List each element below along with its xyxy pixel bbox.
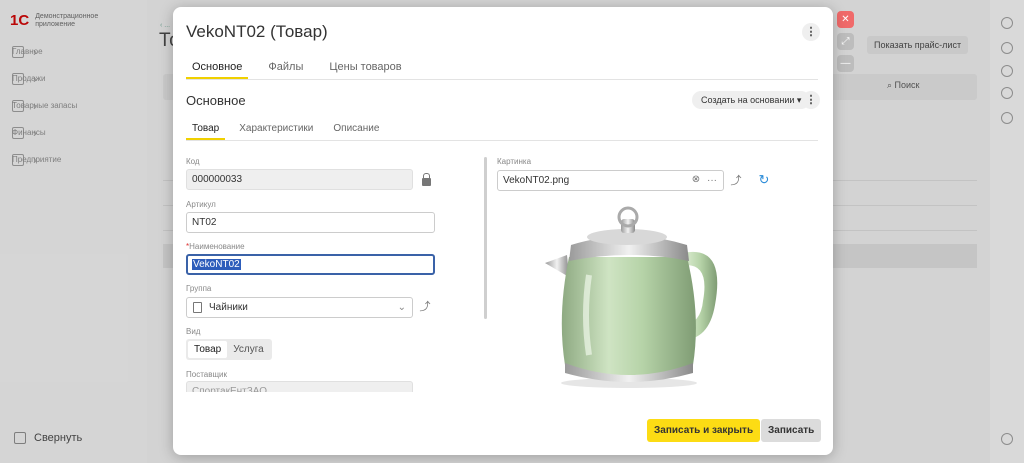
minimize-icon: — bbox=[840, 58, 851, 69]
kind-switch: Товар Услуга bbox=[186, 339, 272, 360]
save-button[interactable]: Записать bbox=[761, 419, 822, 442]
refresh-icon[interactable]: ↻ bbox=[757, 173, 771, 187]
name-input[interactable]: VekoNT02 bbox=[186, 254, 435, 275]
subtabs-divider bbox=[186, 140, 818, 141]
more-horizontal-icon[interactable]: ··· bbox=[707, 171, 719, 190]
name-label: *Наименование bbox=[186, 242, 245, 251]
supplier-field-clip: СпортакЕнтЗАО bbox=[186, 381, 413, 392]
name-label-text: Наименование bbox=[189, 242, 245, 251]
tab-main[interactable]: Основное bbox=[186, 59, 249, 79]
save-and-close-button[interactable]: Записать и закрыть bbox=[647, 419, 761, 442]
clear-icon[interactable]: ⊗ bbox=[690, 174, 702, 186]
subtab-characteristics[interactable]: Характеристики bbox=[233, 123, 319, 141]
chevron-down-icon: ▾ bbox=[796, 95, 802, 105]
tab-files[interactable]: Файлы bbox=[262, 59, 309, 81]
close-window-button[interactable]: ✕ bbox=[837, 11, 854, 28]
kind-option-service[interactable]: Услуга bbox=[227, 341, 270, 358]
chevron-down-icon: ⌄ bbox=[397, 302, 406, 313]
expand-window-button[interactable]: ⤢ bbox=[837, 33, 854, 50]
scrollbar[interactable] bbox=[484, 157, 487, 319]
kettle-spout bbox=[545, 255, 569, 277]
dialog-tabs: Основное Файлы Цены товаров bbox=[186, 59, 408, 81]
more-icon[interactable]: ⋮ bbox=[802, 91, 820, 109]
product-image bbox=[545, 206, 718, 388]
group-value: Чайники bbox=[209, 302, 248, 313]
name-input-value: VekoNT02 bbox=[192, 259, 241, 270]
subtab-product[interactable]: Товар bbox=[186, 123, 226, 140]
more-icon[interactable]: ⋮ bbox=[802, 23, 820, 41]
image-label: Картинка bbox=[497, 157, 532, 166]
kettle-body bbox=[561, 257, 696, 380]
kind-label: Вид bbox=[186, 327, 201, 336]
open-group-icon[interactable]: ⤴ bbox=[418, 300, 432, 314]
subtab-description[interactable]: Описание bbox=[327, 123, 385, 141]
supplier-label: Поставщик bbox=[186, 370, 228, 379]
close-icon: ✕ bbox=[841, 14, 850, 25]
supplier-field[interactable]: СпортакЕнтЗАО bbox=[186, 381, 413, 392]
kettle-highlight bbox=[583, 274, 592, 356]
create-based-on-button[interactable]: Создать на основании ▾ bbox=[692, 91, 811, 109]
product-dialog: VekoNT02 (Товар) ⋮ Основное Файлы Цены т… bbox=[173, 7, 833, 455]
code-label: Код bbox=[186, 157, 200, 166]
group-label: Группа bbox=[186, 284, 212, 293]
sku-input[interactable]: NT02 bbox=[186, 212, 435, 233]
code-field: 000000033 bbox=[186, 169, 413, 190]
section-title: Основное bbox=[186, 93, 246, 108]
dialog-title: VekoNT02 (Товар) bbox=[186, 22, 328, 41]
kind-option-product[interactable]: Товар bbox=[188, 341, 228, 358]
document-icon bbox=[193, 302, 202, 313]
group-select[interactable]: Чайники ⌄ bbox=[186, 297, 413, 318]
tab-prices[interactable]: Цены товаров bbox=[323, 59, 407, 81]
lock-icon bbox=[422, 173, 431, 186]
expand-icon: ⤢ bbox=[841, 36, 850, 47]
image-file-value: VekoNT02.png bbox=[503, 175, 570, 186]
tabs-divider bbox=[186, 79, 818, 80]
open-image-icon[interactable]: ⤴ bbox=[729, 174, 743, 188]
section-tabs: Товар Характеристики Описание bbox=[186, 123, 385, 141]
sku-label: Артикул bbox=[186, 200, 216, 209]
minimize-window-button[interactable]: — bbox=[837, 55, 854, 72]
image-file-field[interactable]: VekoNT02.png ⊗ ··· bbox=[497, 170, 724, 191]
create-based-on-label: Создать на основании bbox=[701, 95, 795, 105]
